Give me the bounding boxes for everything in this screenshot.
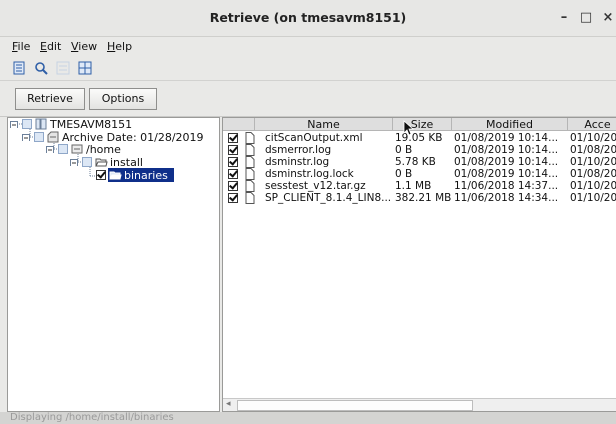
window-title: Retrieve (on tmesavm8151) <box>209 10 407 25</box>
file-size: 5.78 KB <box>395 156 436 168</box>
expand-toggle-icon[interactable] <box>22 131 34 143</box>
column-header-modified[interactable]: Modified <box>452 118 568 131</box>
options-button[interactable]: Options <box>89 88 157 110</box>
search-icon[interactable] <box>34 61 48 75</box>
horizontal-scrollbar[interactable]: ◂ <box>223 398 616 411</box>
menu-view-rest: iew <box>78 40 98 53</box>
file-modified: 11/06/2018 14:37... <box>454 180 559 192</box>
file-accessed: 01/10/201 <box>570 192 616 204</box>
menu-help[interactable]: Help <box>107 40 132 53</box>
retrieve-button[interactable]: Retrieve <box>15 88 85 110</box>
file-icon <box>245 132 257 144</box>
checkbox[interactable] <box>22 119 32 129</box>
checkbox-checked[interactable] <box>96 170 106 180</box>
expand-toggle-icon[interactable] <box>46 143 58 155</box>
tree-label: TMESAVM8151 <box>50 118 133 131</box>
menu-edit-rest: dit <box>46 40 62 53</box>
file-accessed: 01/10/201 <box>570 132 616 144</box>
folder-open-icon <box>109 169 122 181</box>
menu-edit[interactable]: Edit <box>40 40 61 53</box>
tree-pane[interactable]: TMESAVM8151 Archive Date: 01/28/2019 /ho… <box>7 117 220 412</box>
column-header-select[interactable] <box>223 118 255 131</box>
file-icon <box>245 156 257 168</box>
file-list-icon[interactable] <box>12 61 26 75</box>
file-name: dsminstr.log <box>265 156 330 168</box>
file-size: 0 B <box>395 168 413 180</box>
file-modified: 01/08/2019 10:14... <box>454 132 559 144</box>
file-name: dsmerror.log <box>265 144 332 156</box>
file-icon <box>245 144 257 156</box>
checkbox[interactable] <box>82 157 92 167</box>
column-header-accessed[interactable]: Acce <box>568 118 616 131</box>
menu-view[interactable]: View <box>71 40 97 53</box>
minimize-button[interactable]: – <box>555 9 573 27</box>
menu-help-rest: elp <box>115 40 133 53</box>
file-size: 0 B <box>395 144 413 156</box>
tree-label: Archive Date: 01/28/2019 <box>62 131 204 144</box>
toolbar <box>0 58 616 81</box>
column-header-name[interactable]: Name <box>255 118 393 131</box>
grid-icon[interactable] <box>78 61 92 75</box>
file-accessed: 01/08/201 <box>570 168 616 180</box>
file-modified: 01/08/2019 10:14... <box>454 168 559 180</box>
menu-file-rest: ile <box>17 40 31 53</box>
row-checkbox[interactable] <box>228 169 238 179</box>
checkbox[interactable] <box>34 132 44 142</box>
row-checkbox[interactable] <box>228 133 238 143</box>
tree-label: binaries <box>124 169 168 182</box>
row-checkbox[interactable] <box>228 157 238 167</box>
file-accessed: 01/10/201 <box>570 156 616 168</box>
file-icon <box>245 192 257 204</box>
file-icon <box>245 180 257 192</box>
row-checkbox[interactable] <box>228 181 238 191</box>
file-icon <box>245 168 257 180</box>
folder-open-icon <box>95 156 108 168</box>
server-icon <box>35 118 47 130</box>
file-modified: 01/08/2019 10:14... <box>454 156 559 168</box>
file-accessed: 01/08/201 <box>570 144 616 156</box>
file-size: 1.1 MB <box>395 180 432 192</box>
expand-toggle-icon[interactable] <box>10 118 22 130</box>
drive-icon <box>71 143 83 155</box>
tree-label: /home <box>86 143 121 156</box>
row-checkbox[interactable] <box>228 145 238 155</box>
menu-edit-key: E <box>40 40 47 53</box>
scrollbar-thumb[interactable] <box>237 400 473 411</box>
file-modified: 01/08/2019 10:14... <box>454 144 559 156</box>
file-name: sesstest_v12.tar.gz <box>265 180 366 192</box>
tree-icon[interactable] <box>56 61 70 75</box>
column-header-size[interactable]: Size <box>393 118 452 131</box>
expand-toggle-icon[interactable] <box>70 156 82 168</box>
row-checkbox[interactable] <box>228 193 238 203</box>
menu-bar: File Edit View Help <box>0 38 616 56</box>
close-button[interactable]: × <box>599 9 616 27</box>
file-modified: 11/06/2018 14:34... <box>454 192 559 204</box>
file-accessed: 01/10/201 <box>570 180 616 192</box>
mouse-cursor-icon <box>403 120 415 136</box>
action-bar: Retrieve Options <box>0 82 616 117</box>
title-bar: Retrieve (on tmesavm8151) – □ × <box>0 0 616 37</box>
maximize-button[interactable]: □ <box>577 9 595 27</box>
file-name: dsminstr.log.lock <box>265 168 354 180</box>
file-name: citScanOutput.xml <box>265 132 363 144</box>
checkbox[interactable] <box>58 144 68 154</box>
menu-file[interactable]: File <box>12 40 30 53</box>
archive-icon <box>47 131 59 143</box>
scroll-left-icon[interactable]: ◂ <box>226 399 231 409</box>
file-list-pane[interactable]: Name Size Modified Acce citScanOutput.xm… <box>222 117 616 412</box>
file-name: SP_CLIENT_8.1.4_LIN8... <box>265 192 392 204</box>
file-size: 382.21 MB <box>395 192 451 204</box>
status-bar: Displaying /home/install/binaries <box>0 412 616 424</box>
